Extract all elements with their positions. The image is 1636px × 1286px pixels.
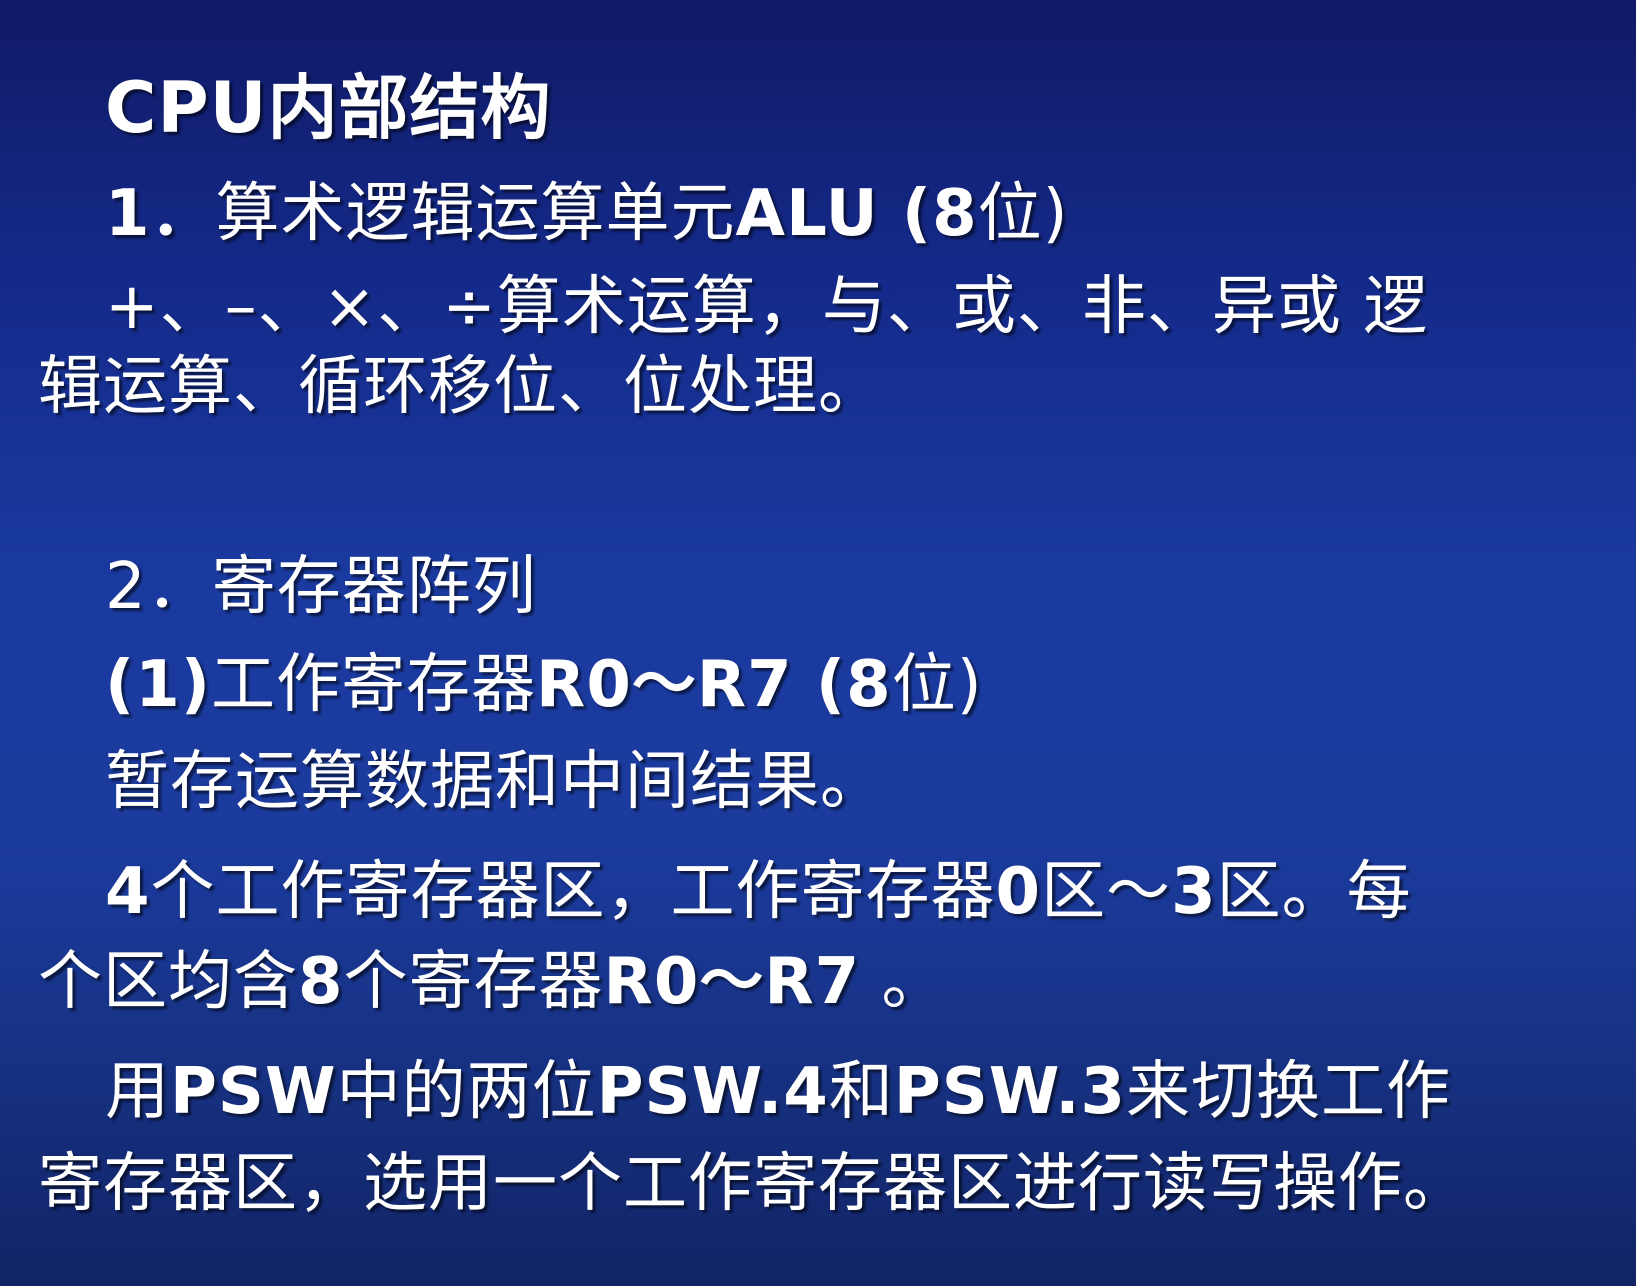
text-segment: 中的两位 (336, 1055, 597, 1129)
body-line: 用PSW中的两位PSW.4和PSW.3来切换工作 (105, 1040, 1451, 1132)
heading-text: 算术逻辑运算单元 (215, 177, 736, 251)
subheading-text: 工作寄存器 (211, 648, 537, 722)
heading-number: 1． (105, 177, 216, 251)
heading-alu: 1．算术逻辑运算单元ALU (8位) (105, 162, 1069, 254)
text-segment: 个寄存器 (343, 945, 604, 1019)
body-line: 辑运算、循环移位、位处理。 (38, 350, 883, 424)
text-segment: 8 (298, 945, 344, 1019)
text-segment: 0 (995, 855, 1042, 929)
text-segment: PSW (170, 1055, 337, 1129)
text-segment: PSW.4 (596, 1055, 829, 1129)
text-segment: R0～R7 (603, 945, 861, 1019)
subheading-work-registers: (1)工作寄存器R0～R7 (8位) (105, 633, 983, 725)
text-segment: 区～ (1041, 855, 1172, 929)
subheading-text-bold: R0～R7 (8 (536, 648, 892, 722)
text-segment: 区。每 (1216, 855, 1412, 929)
text-segment: PSW.3 (893, 1055, 1127, 1129)
text-segment: 来切换工作 (1126, 1055, 1452, 1129)
text-segment: 3 (1171, 855, 1217, 929)
text-segment: 个工作寄存器区，工作寄存器 (150, 855, 996, 929)
heading-text-bold: ALU (8 (735, 177, 978, 251)
body-line: +、–、×、÷算术运算，与、或、非、异或 逻 (105, 270, 1429, 344)
body-line: 个区均含8个寄存器R0～R7 。 (38, 930, 947, 1022)
text-segment: 个区均含 (38, 945, 298, 1019)
text-segment: 。 (860, 945, 947, 1019)
body-line: 暂存运算数据和中间结果。 (105, 745, 885, 819)
heading-text-tail: 位) (977, 177, 1069, 251)
text-segment: 4 (105, 855, 151, 929)
subheading-number: (1) (105, 648, 212, 722)
body-line: 寄存器区，选用一个工作寄存器区进行读写操作。 (38, 1147, 1468, 1221)
slide: CPU内部结构 1．算术逻辑运算单元ALU (8位) +、–、×、÷算术运算，与… (0, 0, 1636, 1286)
text-segment: 用 (105, 1055, 170, 1129)
slide-title: CPU内部结构 (105, 67, 552, 149)
heading-register-array: 2．寄存器阵列 (105, 550, 537, 624)
text-segment: 和 (828, 1055, 894, 1129)
body-line: 4个工作寄存器区，工作寄存器0区～3区。每 (105, 840, 1412, 932)
subheading-text-tail: 位) (891, 648, 983, 722)
